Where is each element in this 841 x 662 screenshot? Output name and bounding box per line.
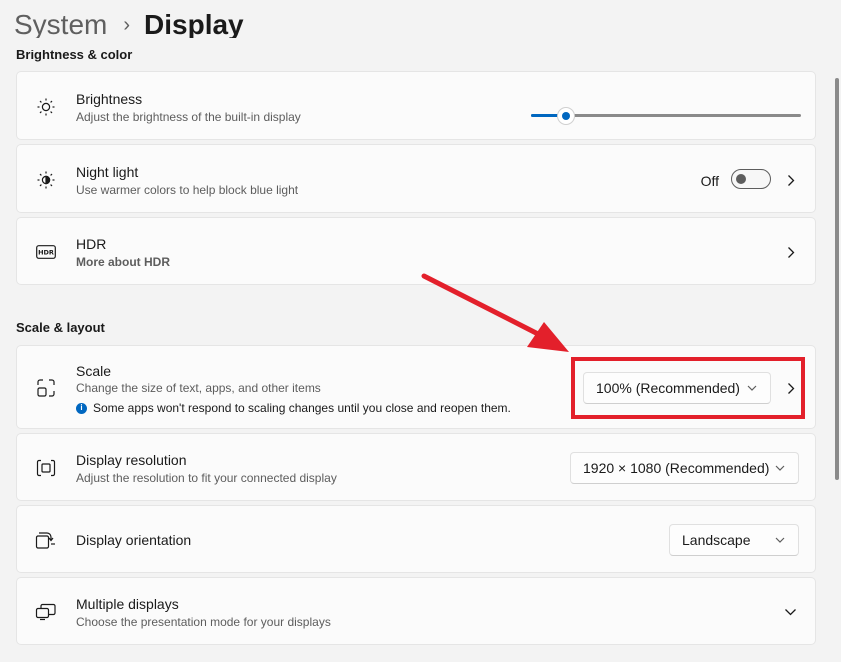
night-light-description: Use warmer colors to help block blue lig…	[76, 183, 299, 197]
display-resolution-value: 1920 × 1080 (Recommended)	[583, 460, 770, 476]
hdr-title: HDR	[76, 236, 107, 252]
scale-frame-icon	[35, 377, 57, 399]
night-light-title: Night light	[76, 164, 139, 180]
header-scroll-mask	[0, 38, 830, 50]
half-sun-icon	[35, 169, 57, 191]
display-orientation-card: Display orientation Landscape	[16, 505, 816, 573]
chevron-right-icon[interactable]	[785, 245, 797, 259]
breadcrumb-system[interactable]: System	[14, 9, 107, 41]
brightness-title: Brightness	[76, 91, 143, 107]
brightness-description: Adjust the brightness of the built-in di…	[76, 110, 301, 124]
brightness-card: Brightness Adjust the brightness of the …	[16, 71, 816, 140]
display-orientation-value: Landscape	[682, 532, 751, 548]
display-resolution-description: Adjust the resolution to fit your connec…	[76, 471, 337, 485]
scale-info-text: Some apps won't respond to scaling chang…	[93, 401, 511, 415]
info-icon: i	[76, 402, 87, 414]
toggle-knob	[736, 174, 746, 184]
brightness-slider[interactable]	[531, 105, 801, 125]
multiple-displays-title: Multiple displays	[76, 596, 179, 612]
breadcrumb-separator: ›	[123, 13, 131, 36]
page-title: Display	[144, 9, 244, 40]
display-resolution-card: Display resolution Adjust the resolution…	[16, 433, 816, 501]
rotate-screen-icon	[35, 529, 57, 551]
section-title-scale-layout: Scale & layout	[16, 320, 105, 335]
annotation-highlight-box	[571, 357, 805, 419]
hdr-link[interactable]: More about HDR	[76, 255, 170, 269]
scrollbar[interactable]	[835, 78, 839, 480]
multiple-monitors-icon	[35, 601, 57, 623]
multiple-displays-description: Choose the presentation mode for your di…	[76, 615, 331, 629]
chevron-down-icon[interactable]	[783, 605, 797, 619]
night-light-state: Off	[700, 173, 719, 189]
chevron-right-icon[interactable]	[785, 173, 797, 187]
scale-description: Change the size of text, apps, and other…	[76, 381, 321, 395]
scale-info: i Some apps won't respond to scaling cha…	[76, 401, 511, 415]
night-light-card[interactable]: Night light Use warmer colors to help bl…	[16, 144, 816, 213]
resolution-frame-icon	[35, 457, 57, 479]
multiple-displays-card[interactable]: Multiple displays Choose the presentatio…	[16, 577, 816, 645]
night-light-toggle[interactable]	[731, 169, 771, 189]
chevron-down-icon	[774, 463, 786, 473]
scale-title: Scale	[76, 363, 112, 379]
chevron-down-icon	[774, 535, 786, 545]
display-orientation-title: Display orientation	[76, 532, 192, 548]
display-resolution-dropdown[interactable]: 1920 × 1080 (Recommended)	[570, 452, 799, 484]
display-orientation-dropdown[interactable]: Landscape	[669, 524, 799, 556]
sun-icon	[35, 96, 57, 118]
brightness-slider-thumb[interactable]	[557, 107, 575, 125]
hdr-card[interactable]: HDR HDR More about HDR	[16, 217, 816, 285]
display-resolution-title: Display resolution	[76, 452, 187, 468]
svg-text:HDR: HDR	[38, 249, 54, 257]
hdr-icon: HDR	[35, 241, 57, 263]
